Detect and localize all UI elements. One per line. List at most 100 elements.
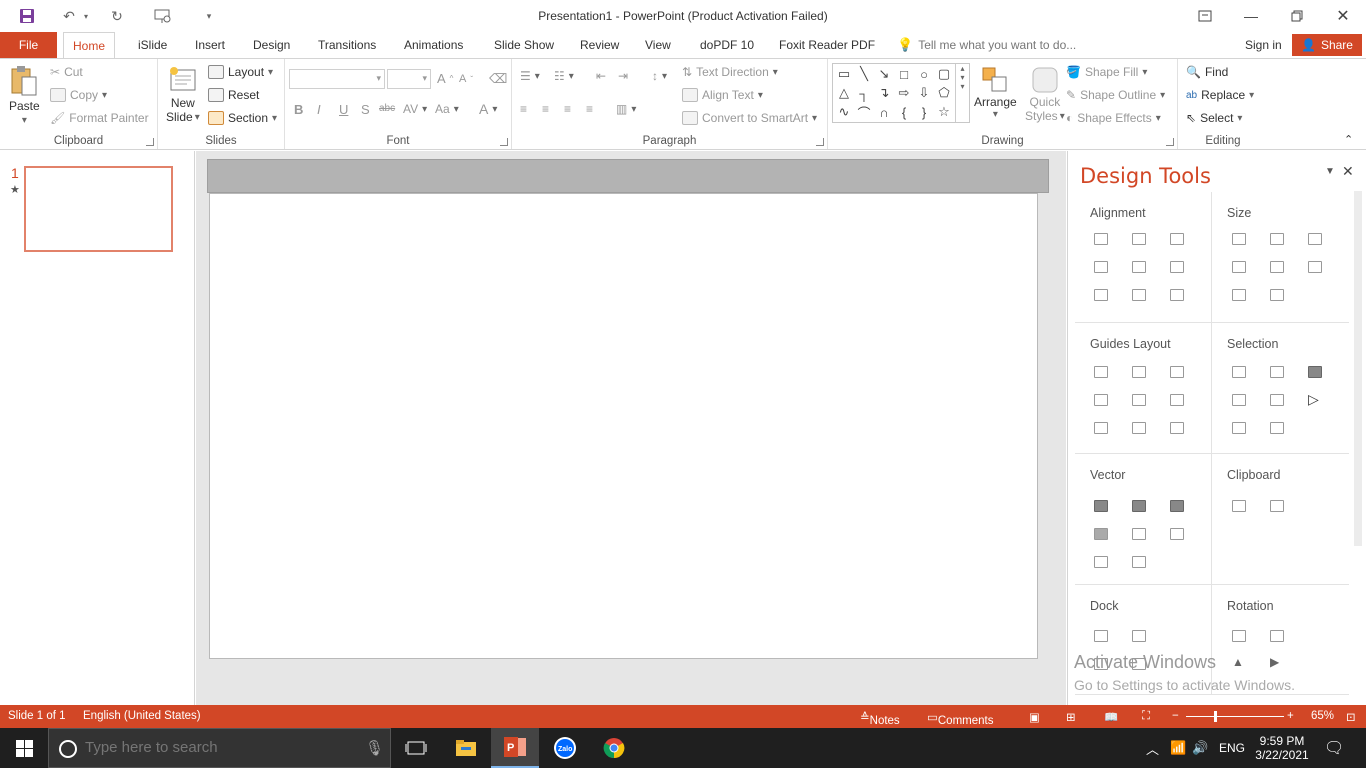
- union-shapes-icon[interactable]: [1094, 500, 1108, 512]
- chrome-taskbar-button[interactable]: [590, 728, 638, 768]
- slide-thumbnail[interactable]: [24, 166, 173, 252]
- left-brace-shape-icon[interactable]: {: [895, 103, 913, 121]
- subtract-shapes-icon[interactable]: [1132, 528, 1146, 540]
- zalo-taskbar-button[interactable]: Zalo: [541, 728, 589, 768]
- rectangle-shape-icon[interactable]: □: [895, 65, 913, 83]
- arrange-button[interactable]: Arrange ▾: [974, 65, 1017, 120]
- align-bottom-icon[interactable]: [1170, 261, 1184, 273]
- replace-button[interactable]: ab Replace ▾: [1186, 88, 1254, 102]
- increase-font-size-icon[interactable]: A ^: [437, 71, 453, 86]
- same-size-icon[interactable]: [1308, 233, 1322, 245]
- select-pointer-icon[interactable]: ▷: [1308, 391, 1319, 408]
- increase-indent-icon[interactable]: ⇥: [618, 69, 628, 83]
- show-hidden-icons-icon[interactable]: ︿: [1146, 728, 1159, 768]
- extend-right-icon[interactable]: [1270, 261, 1284, 273]
- decrease-font-size-icon[interactable]: Aˇ: [459, 73, 473, 85]
- volume-icon[interactable]: 🔊: [1192, 728, 1208, 768]
- elbow-arrow-shape-icon[interactable]: ↴: [875, 84, 893, 102]
- font-color-icon[interactable]: A ▾: [479, 101, 497, 117]
- fit-slide-icon[interactable]: ⊡: [1346, 710, 1356, 724]
- tab-file[interactable]: File: [0, 32, 57, 58]
- section-button[interactable]: Section ▾: [208, 111, 277, 125]
- edit-points-icon[interactable]: [1170, 528, 1184, 540]
- cut-button[interactable]: ✂ Cut: [50, 65, 83, 79]
- distribute-vertically-icon[interactable]: [1132, 289, 1146, 301]
- select-same-size-icon[interactable]: [1270, 366, 1284, 378]
- paste-button[interactable]: Paste ▾: [9, 65, 40, 126]
- align-right-icon[interactable]: [1170, 233, 1184, 245]
- tab-design[interactable]: Design: [244, 32, 299, 58]
- text-box-shape-icon[interactable]: ▭: [835, 65, 853, 83]
- font-name-combobox[interactable]: ▾: [289, 69, 385, 89]
- tab-insert[interactable]: Insert: [186, 32, 234, 58]
- reset-button[interactable]: Reset: [208, 88, 259, 102]
- tab-foxit-reader-pdf[interactable]: Foxit Reader PDF: [770, 32, 884, 58]
- language-status[interactable]: English (United States): [83, 710, 201, 722]
- extend-left-icon[interactable]: [1232, 261, 1246, 273]
- pane-options-icon[interactable]: ▼: [1325, 166, 1335, 177]
- text-direction-button[interactable]: ⇅ Text Direction ▾: [682, 65, 778, 79]
- guide-center-h-icon[interactable]: [1132, 366, 1146, 378]
- combine-shapes-icon[interactable]: [1132, 500, 1146, 512]
- zoom-in-icon[interactable]: +: [1287, 710, 1294, 722]
- shape-fill-button[interactable]: 🪣 Shape Fill ▾: [1066, 65, 1147, 79]
- shapes-gallery[interactable]: ▭ ╲ ↘ □ ○ ▢ △ ┐ ↴ ⇨ ⇩ ⬠ ∿ ⌒ ∩ { } ☆ ▴ ▾ ▾: [832, 63, 970, 123]
- file-explorer-button[interactable]: [442, 728, 490, 768]
- collapse-ribbon-icon[interactable]: ⌃: [1344, 133, 1353, 146]
- shapes-scroll[interactable]: ▴ ▾ ▾: [955, 64, 969, 122]
- new-slide-button[interactable]: New Slide ▾: [166, 64, 200, 124]
- shape-effects-button[interactable]: ◐ Shape Effects ▾: [1066, 111, 1161, 125]
- text-shadow-icon[interactable]: S: [361, 102, 370, 117]
- normal-view-icon[interactable]: ▣: [1029, 710, 1040, 724]
- swap-size-icon[interactable]: [1308, 261, 1322, 273]
- align-text-button[interactable]: Align Text ▾: [682, 88, 763, 102]
- guide-top-icon[interactable]: [1094, 394, 1108, 406]
- tab-animations[interactable]: Animations: [395, 32, 472, 58]
- paragraph-launcher-icon[interactable]: [816, 138, 824, 146]
- clipboard-launcher-icon[interactable]: [146, 138, 154, 146]
- tab-islide[interactable]: iSlide: [129, 32, 176, 58]
- notes-button[interactable]: ≙ Notes: [860, 710, 900, 727]
- pane-close-icon[interactable]: ✕: [1342, 163, 1354, 180]
- paste-format-icon[interactable]: [1270, 500, 1284, 512]
- center-icon[interactable]: ≡: [542, 102, 549, 116]
- minimize-icon[interactable]: —: [1228, 0, 1274, 32]
- taskbar-search[interactable]: 🎙: [48, 728, 391, 768]
- tell-me-box[interactable]: 💡 Tell me what you want to do...: [888, 32, 1085, 58]
- down-arrow-shape-icon[interactable]: ⇩: [915, 84, 933, 102]
- rotate-right-icon[interactable]: [1270, 630, 1284, 642]
- flip-vertical-icon[interactable]: ▲: [1232, 655, 1244, 669]
- tab-home[interactable]: Home: [63, 32, 116, 59]
- align-center-icon[interactable]: [1132, 233, 1146, 245]
- select-all-icon[interactable]: [1308, 366, 1322, 378]
- same-height-icon[interactable]: [1270, 233, 1284, 245]
- input-language[interactable]: ENG: [1219, 728, 1245, 768]
- copy-format-icon[interactable]: [1232, 500, 1246, 512]
- shape-outline-vector-icon[interactable]: [1132, 556, 1146, 568]
- align-left-icon[interactable]: [1094, 233, 1108, 245]
- guide-right-icon[interactable]: [1170, 366, 1184, 378]
- close-icon[interactable]: ✕: [1320, 0, 1366, 32]
- convert-to-smartart-button[interactable]: Convert to SmartArt ▾: [682, 111, 817, 125]
- ribbon-display-options-icon[interactable]: [1182, 0, 1228, 32]
- bullets-icon[interactable]: ☰ ▾: [520, 69, 540, 83]
- tab-dopdf[interactable]: doPDF 10: [691, 32, 763, 58]
- network-icon[interactable]: 📶: [1170, 728, 1186, 768]
- align-middle-icon[interactable]: [1132, 261, 1146, 273]
- oval-shape-icon[interactable]: ○: [915, 65, 933, 83]
- italic-icon[interactable]: I: [317, 102, 321, 117]
- tab-view[interactable]: View: [636, 32, 680, 58]
- change-case-icon[interactable]: Aa ▾: [435, 102, 459, 116]
- line-spacing-icon[interactable]: ↕ ▾: [652, 69, 667, 83]
- task-view-button[interactable]: [392, 728, 440, 768]
- font-size-combobox[interactable]: ▾: [387, 69, 431, 89]
- restore-icon[interactable]: [1274, 0, 1320, 32]
- guide-center-v-icon[interactable]: [1132, 394, 1146, 406]
- align-top-icon[interactable]: [1094, 261, 1108, 273]
- align-left-icon[interactable]: ≡: [520, 102, 527, 116]
- share-button[interactable]: 👤 Share: [1292, 34, 1362, 56]
- underline-icon[interactable]: U: [339, 102, 348, 117]
- dock-left-icon[interactable]: [1094, 630, 1108, 642]
- taskbar-clock[interactable]: 9:59 PM 3/22/2021: [1252, 728, 1312, 768]
- numbering-icon[interactable]: ☷ ▾: [554, 69, 574, 83]
